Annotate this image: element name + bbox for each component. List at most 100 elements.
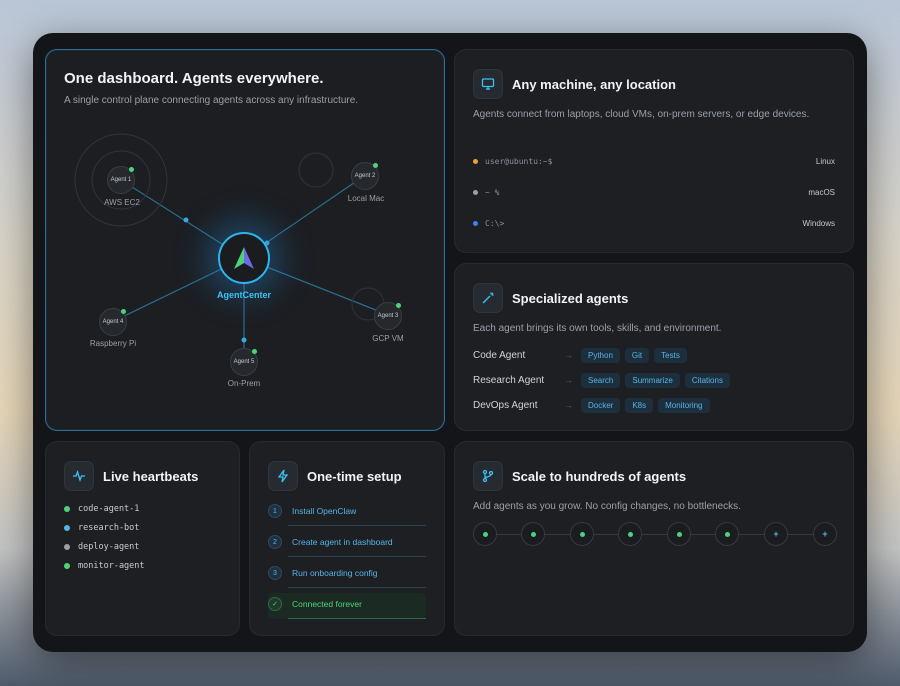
status-dot [676, 531, 682, 537]
live-heartbeats-card: Live heartbeats code-agent-1 research-bo… [45, 441, 240, 636]
magic-wand-icon [473, 283, 503, 313]
status-dot [627, 531, 633, 537]
heartbeat-item: monitor-agent [64, 561, 145, 571]
setup-title: One-time setup [307, 469, 402, 484]
status-dot [473, 189, 478, 195]
step-divider [288, 556, 426, 557]
status-dot [64, 525, 70, 531]
arrow-icon: → [565, 350, 573, 360]
heartbeat-icon [64, 461, 94, 491]
agent-node-2-badge: Agent 2 [354, 173, 376, 179]
arrow-icon: → [565, 400, 573, 410]
agent-node-5[interactable]: Agent 5 [230, 348, 258, 376]
status-dot [252, 349, 257, 354]
os-label: macOS [808, 187, 835, 197]
pulse-dot-1 [183, 217, 189, 223]
agent-node-5-badge: Agent 5 [233, 359, 255, 365]
agent-name: Code Agent [473, 349, 526, 361]
scale-node [667, 522, 691, 546]
tag[interactable]: Python [581, 347, 620, 363]
agent-row-research: Research Agent → Search Summarize Citati… [473, 371, 735, 389]
tag[interactable]: Search [581, 372, 621, 388]
add-agent-node[interactable]: + [813, 522, 837, 546]
agent-node-5-label: On-Prem [227, 379, 261, 388]
ring-agent-2 [298, 152, 334, 188]
scale-description: Add agents as you grow. No config change… [473, 501, 741, 512]
step-label: Run onboarding config [292, 568, 378, 578]
agent-node-3[interactable]: Agent 3 [374, 302, 402, 330]
agent-node-3-label: GCP VM [372, 334, 404, 343]
one-time-setup-card: One-time setup 1 Install OpenClaw 2 Crea… [249, 441, 445, 636]
heartbeats-title: Live heartbeats [103, 469, 199, 484]
machine-title: Any machine, any location [512, 77, 676, 92]
heartbeat-item: deploy-agent [64, 542, 139, 552]
os-label: Linux [815, 156, 835, 166]
tag[interactable]: Docker [581, 397, 621, 413]
terminal-prompt: user@ubuntu:~$ [485, 156, 553, 166]
agentcenter-label: AgentCenter [216, 290, 271, 300]
scale-node [473, 522, 497, 546]
tag[interactable]: K8s [625, 397, 654, 413]
status-dot [579, 531, 585, 537]
agent-node-1-label: AWS EC2 [104, 198, 140, 207]
monitor-icon [473, 69, 503, 99]
lightning-icon [268, 461, 298, 491]
heartbeat-item: code-agent-1 [64, 504, 139, 514]
git-branch-icon [473, 461, 503, 491]
status-dot [724, 531, 730, 537]
status-dot [64, 544, 70, 550]
machine-description: Agents connect from laptops, cloud VMs, … [473, 109, 810, 120]
agent-name: deploy-agent [78, 542, 140, 552]
terminal-prompt: ~ % [485, 187, 500, 197]
setup-step-done[interactable]: ✓ Connected forever [268, 593, 426, 619]
any-machine-card: Any machine, any location Agents connect… [454, 49, 854, 253]
add-agent-node[interactable]: + [764, 522, 788, 546]
terminal-row-linux: user@ubuntu:~$ Linux [473, 148, 835, 174]
scale-node [715, 522, 739, 546]
agent-node-1-badge: Agent 1 [110, 177, 132, 183]
step-label: Connected forever [292, 599, 362, 609]
terminal-row-windows: C:\> Windows [473, 210, 835, 236]
status-dot [396, 303, 401, 308]
specialized-description: Each agent brings its own tools, skills,… [473, 323, 722, 334]
check-icon: ✓ [268, 597, 282, 611]
step-divider [288, 525, 426, 526]
dashboard-frame: One dashboard. Agents everywhere. A sing… [33, 33, 867, 652]
arrow-icon: → [565, 375, 573, 385]
status-dot [473, 158, 478, 164]
agent-name: Research Agent [473, 374, 545, 386]
scale-track: + + [473, 522, 837, 548]
tag[interactable]: Monitoring [658, 397, 710, 413]
setup-step-1[interactable]: 1 Install OpenClaw [268, 500, 426, 526]
agent-node-4[interactable]: Agent 4 [99, 308, 127, 336]
setup-step-2[interactable]: 2 Create agent in dashboard [268, 531, 426, 557]
tag[interactable]: Summarize [625, 372, 680, 388]
status-dot [530, 531, 536, 537]
setup-step-3[interactable]: 3 Run onboarding config [268, 562, 426, 588]
agent-node-4-label: Raspberry Pi [89, 339, 137, 348]
agent-name: monitor-agent [78, 561, 145, 571]
agent-node-2[interactable]: Agent 2 [351, 162, 379, 190]
agentcenter-hub[interactable] [218, 232, 270, 284]
step-number: 2 [268, 535, 282, 549]
specialized-agents-card: Specialized agents Each agent brings its… [454, 263, 854, 431]
agent-node-1[interactable]: Agent 1 [107, 166, 135, 194]
terminal-prompt: C:\> [485, 218, 505, 228]
tag[interactable]: Tests [654, 347, 687, 363]
status-dot [482, 531, 488, 537]
agent-name: code-agent-1 [78, 504, 140, 514]
agent-node-3-badge: Agent 3 [377, 313, 399, 319]
scale-node [570, 522, 594, 546]
step-divider [288, 587, 426, 588]
scale-title: Scale to hundreds of agents [512, 469, 687, 484]
status-dot [129, 167, 134, 172]
plus-icon: + [773, 529, 779, 539]
step-number: 1 [268, 504, 282, 518]
pulse-dot-3 [241, 337, 247, 343]
hero-card: One dashboard. Agents everywhere. A sing… [45, 49, 445, 431]
tag[interactable]: Git [624, 347, 650, 363]
step-label: Create agent in dashboard [292, 537, 393, 547]
scale-node [618, 522, 642, 546]
tag[interactable]: Citations [684, 372, 730, 388]
scale-node [521, 522, 545, 546]
